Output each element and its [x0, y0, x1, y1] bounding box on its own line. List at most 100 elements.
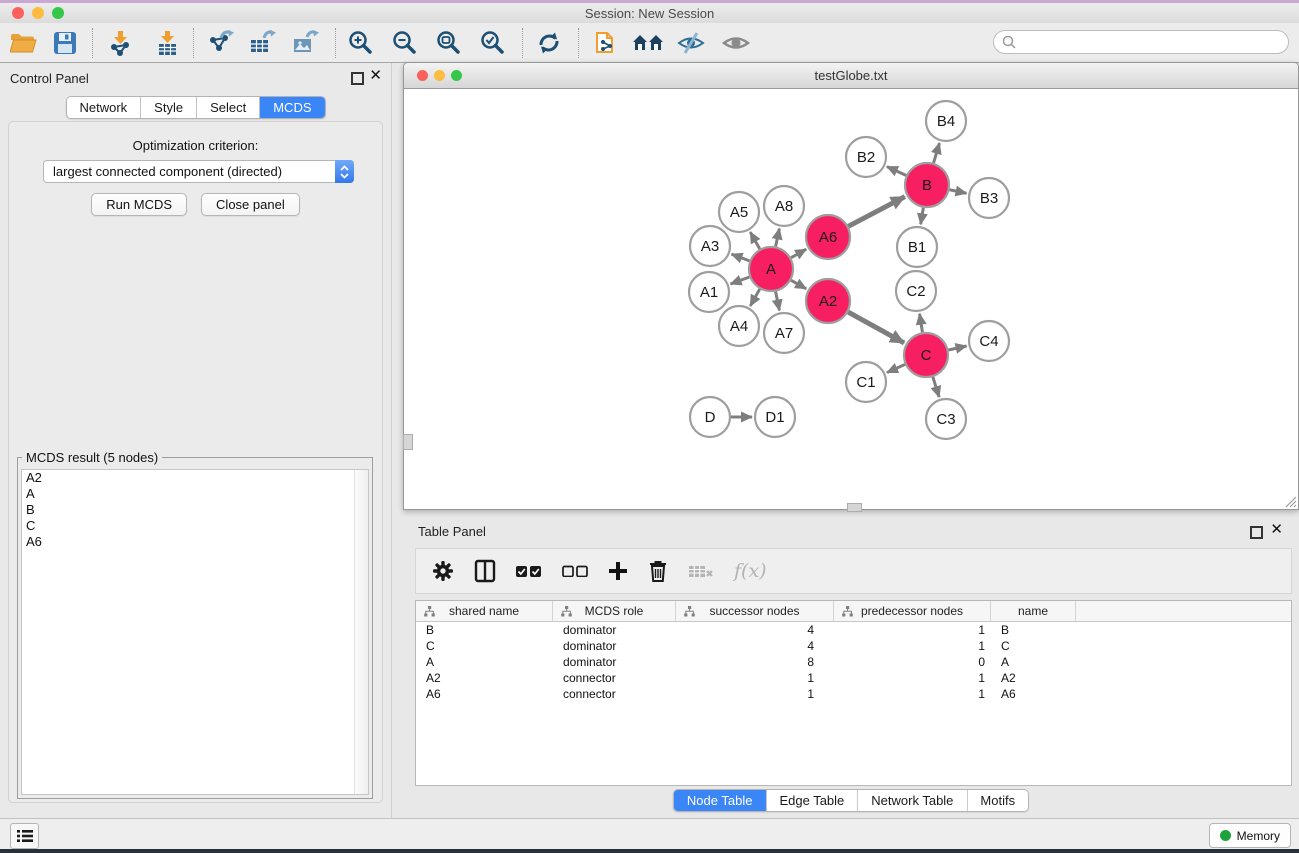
unselect-all-columns-icon[interactable] [562, 565, 588, 577]
graph-node-label-C3: C3 [936, 411, 955, 428]
graph-edge-A-A6[interactable] [791, 249, 806, 258]
graph-node-label-A7: A7 [775, 325, 793, 342]
zoom-out-icon[interactable] [388, 27, 422, 59]
graph-edge-A-A3[interactable] [732, 254, 750, 261]
show-eye-icon[interactable] [719, 27, 753, 59]
zoom-fit-icon[interactable] [432, 27, 466, 59]
splitter-grip[interactable] [847, 503, 862, 512]
tab-motifs[interactable]: Motifs [967, 790, 1028, 811]
mcds-result-list[interactable]: A2 A B C A6 [21, 469, 369, 795]
tab-edge-table[interactable]: Edge Table [766, 790, 858, 811]
mcds-result-box: MCDS result (5 nodes) A2 A B C A6 [17, 457, 373, 799]
graph-edge-C-C3[interactable] [933, 377, 939, 397]
column-type-icon [842, 606, 853, 617]
toolbar-separator [335, 28, 336, 58]
result-scrollbar[interactable] [354, 470, 368, 794]
node-table: shared name MCDS role successor nodes pr… [415, 600, 1292, 786]
graph-edge-C-C2[interactable] [920, 314, 923, 333]
graph-node-label-A2: A2 [819, 293, 837, 310]
result-item[interactable]: A2 [22, 470, 368, 486]
task-history-button[interactable] [10, 823, 39, 849]
graph-edge-B-B3[interactable] [950, 190, 967, 194]
import-table-icon[interactable] [150, 27, 184, 59]
table-row[interactable]: B dominator 4 1 B [416, 622, 1291, 638]
list-icon [17, 829, 33, 843]
search-field[interactable] [993, 30, 1289, 54]
save-icon[interactable] [48, 27, 82, 59]
network-window-titlebar[interactable]: testGlobe.txt [404, 63, 1298, 89]
network-window-title: testGlobe.txt [404, 68, 1298, 83]
result-item[interactable]: B [22, 502, 368, 518]
table-row[interactable]: C dominator 4 1 C [416, 638, 1291, 654]
graph-edge-A6-B[interactable] [848, 197, 905, 227]
run-mcds-button[interactable]: Run MCDS [91, 193, 187, 216]
tab-style[interactable]: Style [141, 97, 197, 118]
select-all-columns-icon[interactable] [516, 565, 542, 577]
memory-button[interactable]: Memory [1209, 823, 1291, 848]
graph-edge-A-A8[interactable] [776, 229, 780, 247]
graph-edge-A-A2[interactable] [791, 280, 806, 289]
graph-edge-A2-C[interactable] [848, 312, 904, 343]
tab-network-table[interactable]: Network Table [858, 790, 967, 811]
graph-edge-B-B1[interactable] [921, 208, 924, 225]
splitter-grip[interactable] [403, 434, 413, 450]
column-header-successor-nodes[interactable]: successor nodes [676, 601, 834, 621]
float-panel-icon[interactable] [351, 72, 364, 85]
result-item[interactable]: A6 [22, 534, 368, 550]
graph-node-label-B3: B3 [980, 190, 998, 207]
graph-edge-C-C1[interactable] [887, 364, 905, 372]
table-row[interactable]: A6 connector 1 1 A6 [416, 686, 1291, 702]
column-header-name[interactable]: name [991, 601, 1076, 621]
table-row[interactable]: A dominator 8 0 A [416, 654, 1291, 670]
network-graph[interactable]: B4B2BB3A5A8A6A3B1AA1C2A2A4A7C4CC1C3DD1 [404, 89, 1298, 509]
float-panel-icon[interactable] [1250, 526, 1263, 539]
function-builder-button[interactable]: f(x) [734, 560, 767, 582]
table-row[interactable]: A2 connector 1 1 A2 [416, 670, 1291, 686]
criterion-dropdown[interactable]: largest connected component (directed) [43, 160, 354, 183]
close-panel-icon[interactable]: ✕ [1270, 522, 1283, 538]
graph-edge-A-A4[interactable] [750, 289, 759, 306]
window-title: Session: New Session [0, 6, 1299, 21]
export-image-icon[interactable] [288, 27, 322, 59]
tab-mcds[interactable]: MCDS [260, 97, 324, 118]
column-header-mcds-role[interactable]: MCDS role [553, 601, 676, 621]
table-settings-gear-icon[interactable] [432, 560, 454, 582]
refresh-icon[interactable] [532, 27, 566, 59]
delete-columns-icon[interactable] [648, 559, 668, 583]
houses-icon[interactable] [631, 27, 665, 59]
graph-edge-A-A5[interactable] [750, 232, 759, 249]
tab-network[interactable]: Network [66, 97, 141, 118]
desktop-edge-bottom [0, 849, 1299, 853]
network-document-icon[interactable] [590, 27, 624, 59]
zoom-in-icon[interactable] [344, 27, 378, 59]
add-column-icon[interactable] [608, 561, 628, 581]
graph-edge-B-B2[interactable] [887, 167, 906, 176]
open-folder-icon[interactable] [6, 27, 40, 59]
graph-edge-B-B4[interactable] [934, 143, 940, 163]
hide-eye-icon[interactable] [674, 27, 708, 59]
resize-grip-icon[interactable] [1283, 494, 1297, 508]
graph-node-label-C2: C2 [906, 283, 925, 300]
result-item[interactable]: A [22, 486, 368, 502]
column-header-shared-name[interactable]: shared name [416, 601, 553, 621]
graph-edge-A-A7[interactable] [776, 292, 780, 311]
close-panel-button[interactable]: Close panel [201, 193, 300, 216]
graph-edge-C-C4[interactable] [948, 346, 966, 350]
close-panel-icon[interactable]: ✕ [369, 68, 382, 84]
result-item[interactable]: C [22, 518, 368, 534]
search-input[interactable] [1021, 34, 1288, 51]
main-toolbar [0, 23, 1299, 63]
import-network-icon[interactable] [103, 27, 137, 59]
tab-select[interactable]: Select [197, 97, 260, 118]
graph-edge-A-A1[interactable] [731, 277, 750, 284]
network-canvas[interactable]: B4B2BB3A5A8A6A3B1AA1C2A2A4A7C4CC1C3DD1 [404, 89, 1298, 509]
export-network-icon[interactable] [203, 27, 237, 59]
tab-node-table[interactable]: Node Table [674, 790, 767, 811]
dropdown-stepper-icon [335, 160, 354, 183]
graph-node-label-A3: A3 [701, 238, 719, 255]
column-header-predecessor-nodes[interactable]: predecessor nodes [834, 601, 991, 621]
delete-table-icon[interactable] [688, 563, 714, 579]
zoom-selected-icon[interactable] [476, 27, 510, 59]
export-table-icon[interactable] [245, 27, 279, 59]
show-columns-icon[interactable] [474, 559, 496, 583]
